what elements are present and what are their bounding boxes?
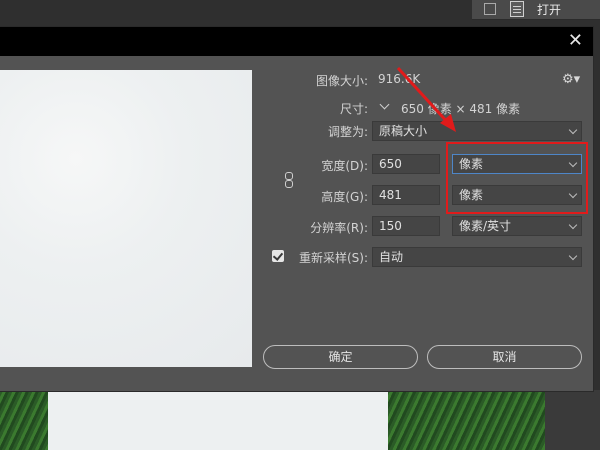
annotation-arrow	[396, 66, 456, 132]
